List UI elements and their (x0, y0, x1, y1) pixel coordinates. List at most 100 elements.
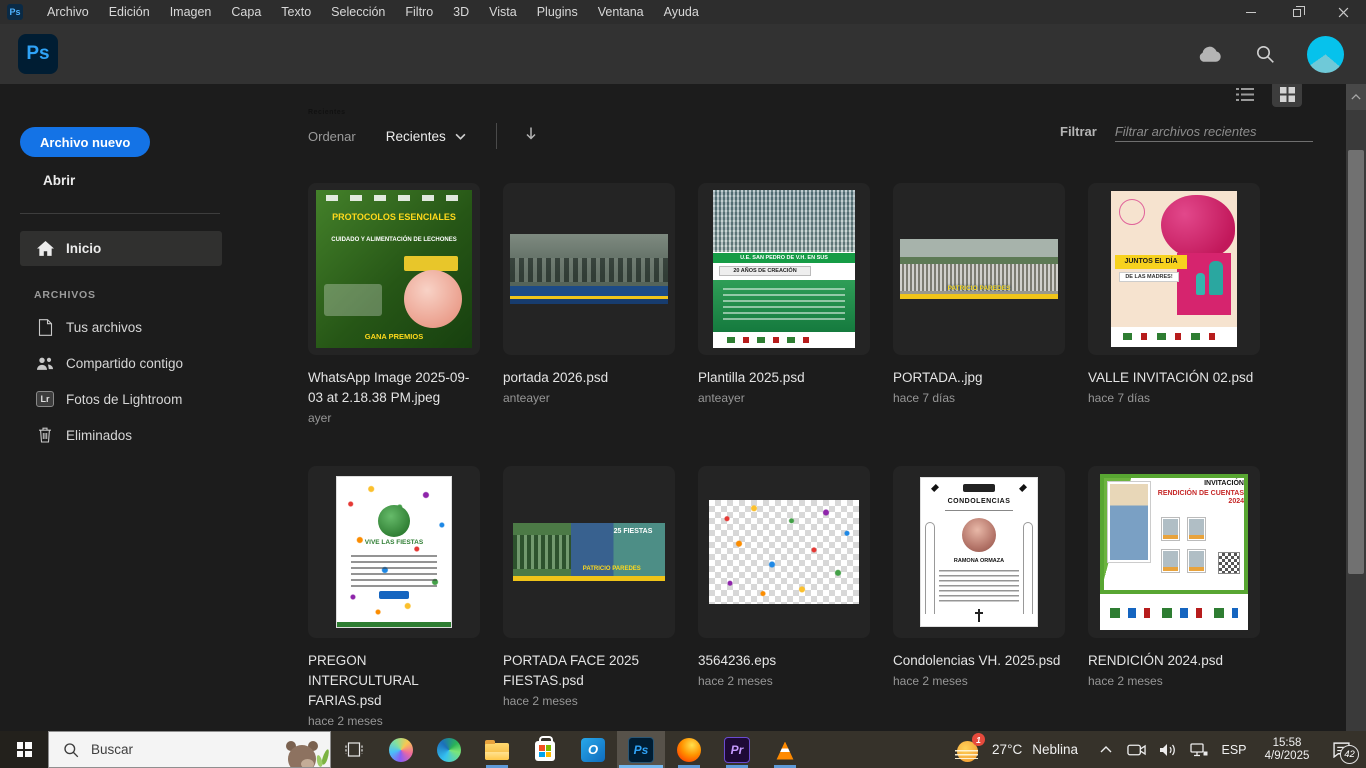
photoshop-titlebar-icon: Ps (7, 4, 23, 20)
menu-plugins[interactable]: Plugins (527, 0, 588, 24)
menu-ayuda[interactable]: Ayuda (654, 0, 709, 24)
file-card[interactable]: 3564236.eps hace 2 meses (698, 466, 870, 728)
taskbar-copilot[interactable] (377, 731, 425, 768)
file-card[interactable]: PATRICIO PAREDES PORTADA..jpg hace 7 día… (893, 183, 1065, 425)
language-indicator[interactable]: ESP (1214, 743, 1254, 757)
taskbar-firefox[interactable] (665, 731, 713, 768)
taskbar-edge[interactable] (425, 731, 473, 768)
file-card[interactable]: portada 2026.psd anteayer (503, 183, 675, 425)
sort-dropdown[interactable]: Recientes (386, 129, 466, 144)
file-name: Plantilla 2025.psd (698, 368, 870, 388)
file-card[interactable]: VIVE LAS FIESTAS PREGON INTERCULTURAL FA… (308, 466, 480, 728)
grid-view-button[interactable] (1272, 84, 1302, 107)
time: 15:58 (1254, 737, 1320, 750)
taskbar-microsoft-store[interactable] (521, 731, 569, 768)
grid-view-icon (1280, 87, 1295, 102)
menu-texto[interactable]: Texto (271, 0, 321, 24)
clock[interactable]: 15:58 4/9/2025 (1254, 737, 1320, 763)
open-button[interactable]: Abrir (43, 173, 75, 188)
list-view-button[interactable] (1230, 84, 1260, 107)
taskbar-search-input[interactable] (89, 741, 229, 758)
search-icon[interactable] (1251, 40, 1279, 68)
close-button[interactable] (1320, 0, 1366, 24)
start-button[interactable] (0, 731, 48, 768)
file-date: hace 2 meses (503, 694, 675, 708)
menu-bar: Ps Archivo Edición Imagen Capa Texto Sel… (0, 0, 1366, 24)
taskbar-vlc[interactable] (761, 731, 809, 768)
taskbar-outlook[interactable]: O (569, 731, 617, 768)
file-name: portada 2026.psd (503, 368, 675, 388)
file-card[interactable]: 25 FIESTAS PATRICIO PAREDES PORTADA FACE… (503, 466, 675, 728)
sort-direction-button[interactable] (525, 126, 537, 146)
file-thumbnail: 25 FIESTAS PATRICIO PAREDES (513, 523, 665, 581)
menu-edicion[interactable]: Edición (99, 0, 160, 24)
menu-seleccion[interactable]: Selección (321, 0, 395, 24)
taskbar-photoshop[interactable]: Ps (617, 731, 665, 768)
restore-button[interactable] (1274, 0, 1320, 24)
taskbar-search-box[interactable] (48, 731, 331, 768)
filter-input[interactable] (1115, 122, 1313, 142)
scroll-up-button[interactable] (1346, 84, 1366, 110)
file-name: VALLE INVITACIÓN 02.psd (1088, 368, 1260, 388)
menu-ventana[interactable]: Ventana (588, 0, 654, 24)
sidebar-item-eliminados[interactable]: Eliminados (20, 417, 222, 453)
file-explorer-icon (485, 743, 509, 760)
weather-widget[interactable]: 1 27°C Neblina (957, 736, 1078, 763)
tray-expand-button[interactable] (1090, 731, 1121, 768)
menu-imagen[interactable]: Imagen (160, 0, 222, 24)
file-date: hace 2 meses (308, 714, 480, 728)
windows-taskbar: O Ps Pr 1 27°C Neblina (0, 731, 1366, 768)
search-highlight-bear-image (284, 732, 330, 767)
photoshop-logo: Ps (18, 34, 58, 74)
network-button[interactable] (1183, 731, 1214, 768)
file-thumbnail: PATRICIO PAREDES (900, 239, 1058, 299)
menu-archivo[interactable]: Archivo (37, 0, 99, 24)
scrollbar-thumb[interactable] (1348, 150, 1364, 574)
menu-filtro[interactable]: Filtro (395, 0, 443, 24)
scrollbar[interactable] (1346, 84, 1366, 731)
file-date: anteayer (698, 391, 870, 405)
file-grid-row: PROTOCOLOS ESENCIALES CUIDADO Y ALIMENTA… (308, 183, 1260, 425)
chevron-down-icon (455, 133, 466, 140)
task-view-button[interactable] (331, 731, 377, 768)
ethernet-icon (1190, 743, 1208, 757)
file-name: RENDICIÓN 2024.psd (1088, 651, 1260, 671)
file-thumbnail: CONDOLENCIAS RAMONA ORMAZA (920, 477, 1038, 627)
sidebar-item-label: Compartido contigo (66, 356, 183, 371)
file-date: hace 2 meses (1088, 674, 1260, 688)
cloud-sync-icon[interactable] (1195, 40, 1223, 68)
user-avatar[interactable] (1307, 36, 1344, 73)
file-card[interactable]: JUNTOS EL DÍA DE LAS MADRES! VALLE INVIT… (1088, 183, 1260, 425)
menu-3d[interactable]: 3D (443, 0, 479, 24)
sidebar-item-compartido[interactable]: Compartido contigo (20, 345, 222, 381)
home-screen-body: Archivo nuevo Abrir Inicio ARCHIVOS Tus … (0, 84, 1366, 731)
file-name: 3564236.eps (698, 651, 870, 671)
file-card[interactable]: INVITACIÓN RENDICIÓN DE CUENTAS 2024 REN… (1088, 466, 1260, 728)
task-view-icon (345, 742, 363, 757)
file-date: hace 7 días (893, 391, 1065, 405)
file-thumbnail: VIVE LAS FIESTAS (336, 476, 452, 628)
system-tray: 1 27°C Neblina ESP 15:58 4/9/2025 (957, 731, 1366, 768)
sort-controls: Ordenar Recientes (308, 122, 537, 150)
sidebar-item-lightroom[interactable]: Lr Fotos de Lightroom (20, 381, 222, 417)
menu-capa[interactable]: Capa (221, 0, 271, 24)
meet-now-button[interactable] (1121, 731, 1152, 768)
volume-button[interactable] (1152, 731, 1183, 768)
new-file-button[interactable]: Archivo nuevo (20, 127, 150, 157)
file-date: hace 2 meses (893, 674, 1065, 688)
file-card[interactable]: U.E. SAN PEDRO DE V.H. EN SUS 20 AÑOS DE… (698, 183, 870, 425)
file-name: WhatsApp Image 2025-09-03 at 2.18.38 PM.… (308, 368, 480, 408)
weather-temperature: 27°C (992, 742, 1022, 757)
sidebar-item-inicio[interactable]: Inicio (20, 231, 222, 266)
file-thumbnail: INVITACIÓN RENDICIÓN DE CUENTAS 2024 (1100, 474, 1248, 630)
file-card[interactable]: CONDOLENCIAS RAMONA ORMAZA Condolencias … (893, 466, 1065, 728)
file-name: PORTADA..jpg (893, 368, 1065, 388)
minimize-button[interactable] (1228, 0, 1274, 24)
taskbar-file-explorer[interactable] (473, 731, 521, 768)
menu-vista[interactable]: Vista (479, 0, 527, 24)
sidebar-divider (20, 213, 220, 214)
action-center-button[interactable]: 42 (1320, 731, 1362, 768)
file-card[interactable]: PROTOCOLOS ESENCIALES CUIDADO Y ALIMENTA… (308, 183, 480, 425)
sidebar-item-tus-archivos[interactable]: Tus archivos (20, 309, 222, 345)
taskbar-premiere[interactable]: Pr (713, 731, 761, 768)
